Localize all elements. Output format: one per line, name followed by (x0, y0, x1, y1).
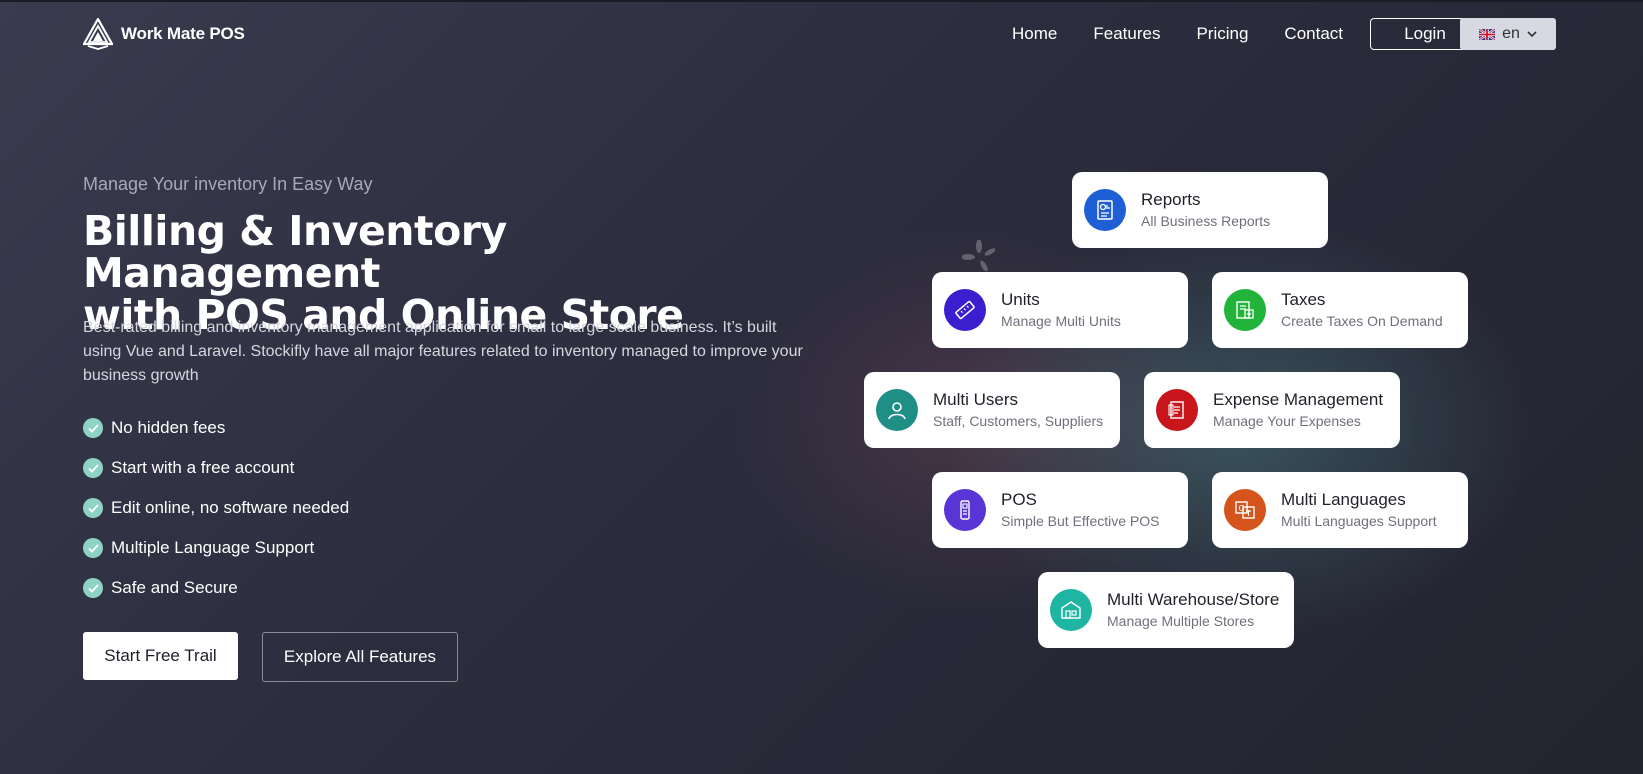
benefit-label: Start with a free account (111, 458, 295, 477)
benefit-label: Edit online, no software needed (111, 498, 350, 517)
feature-title: Units (1001, 290, 1040, 309)
nav-features[interactable]: Features (1093, 24, 1160, 44)
feature-title: Taxes (1281, 290, 1326, 309)
benefit-item: No hidden fees (83, 408, 349, 448)
feature-title: Multi Languages (1281, 490, 1406, 509)
benefit-item: Multiple Language Support (83, 528, 349, 568)
feature-subtitle: Manage Multi Units (1001, 313, 1121, 329)
nav-home[interactable]: Home (1012, 24, 1057, 44)
check-icon (83, 538, 103, 558)
start-free-trial-button[interactable]: Start Free Trail (83, 632, 238, 680)
warehouse-icon (1050, 589, 1092, 631)
feature-card-multi-warehouse[interactable]: Multi Warehouse/Store Manage Multiple St… (1038, 572, 1294, 648)
feature-subtitle: Manage Your Expenses (1213, 413, 1361, 429)
feature-card-reports[interactable]: Reports All Business Reports (1072, 172, 1328, 248)
feature-card-multi-languages[interactable]: G Multi Languages Multi Languages Suppor… (1212, 472, 1468, 548)
feature-subtitle: Manage Multiple Stores (1107, 613, 1255, 629)
check-icon (83, 458, 103, 478)
benefit-label: No hidden fees (111, 418, 226, 437)
check-icon (83, 418, 103, 438)
feature-title: Multi Users (933, 390, 1019, 409)
top-border (0, 0, 1643, 2)
feature-title: POS (1001, 490, 1037, 509)
tax-icon (1224, 289, 1266, 331)
sparkle-icon (962, 240, 996, 272)
feature-title: Reports (1141, 190, 1201, 209)
nav-contact[interactable]: Contact (1284, 24, 1343, 44)
feature-card-expense-management[interactable]: Expense Management Manage Your Expenses (1144, 372, 1400, 448)
brand-name: Work Mate POS (121, 24, 245, 43)
explore-features-button[interactable]: Explore All Features (262, 632, 458, 682)
check-icon (83, 578, 103, 598)
language-selector[interactable]: en (1460, 18, 1556, 50)
benefit-item: Safe and Secure (83, 568, 349, 608)
feature-subtitle: Multi Languages Support (1281, 513, 1437, 529)
feature-card-units[interactable]: Units Manage Multi Units (932, 272, 1188, 348)
feature-subtitle: Create Taxes On Demand (1281, 313, 1443, 329)
feature-card-multi-users[interactable]: Multi Users Staff, Customers, Suppliers (864, 372, 1120, 448)
translate-icon: G (1224, 489, 1266, 531)
nav-pricing[interactable]: Pricing (1196, 24, 1248, 44)
expense-icon (1156, 389, 1198, 431)
benefit-list: No hidden fees Start with a free account… (83, 408, 349, 608)
user-icon (876, 389, 918, 431)
hero-description: Best-rated billing and inventory managem… (83, 319, 803, 384)
uk-flag-icon (1479, 28, 1496, 40)
hero-title-line1: Billing & Inventory Management (83, 207, 507, 297)
ruler-icon (944, 289, 986, 331)
benefit-label: Multiple Language Support (111, 538, 315, 557)
feature-subtitle: Staff, Customers, Suppliers (933, 413, 1104, 429)
brand-logo[interactable]: Work Mate POS (83, 18, 245, 50)
feature-subtitle: All Business Reports (1141, 213, 1271, 229)
hero-tagline: Manage Your inventory In Easy Way (83, 174, 373, 194)
benefit-item: Edit online, no software needed (83, 488, 349, 528)
feature-title: Multi Warehouse/Store (1107, 590, 1280, 609)
language-label: en (1502, 25, 1520, 42)
benefit-label: Safe and Secure (111, 578, 238, 597)
chevron-down-icon (1527, 30, 1537, 37)
logo-icon (83, 18, 113, 50)
feature-card-taxes[interactable]: Taxes Create Taxes On Demand (1212, 272, 1468, 348)
feature-card-pos[interactable]: POS Simple But Effective POS (932, 472, 1188, 548)
feature-subtitle: Simple But Effective POS (1001, 513, 1160, 529)
report-icon (1084, 189, 1126, 231)
pos-icon (944, 489, 986, 531)
svg-text:G: G (1239, 504, 1245, 513)
check-icon (83, 498, 103, 518)
feature-title: Expense Management (1213, 390, 1384, 409)
main-nav: Home Features Pricing Contact (1012, 24, 1343, 44)
benefit-item: Start with a free account (83, 448, 349, 488)
